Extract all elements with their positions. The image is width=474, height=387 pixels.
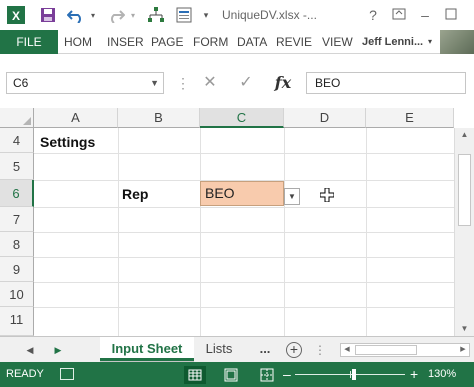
excel-logo-icon: X — [6, 5, 26, 25]
vertical-scrollbar[interactable]: ▲ ▼ — [454, 128, 474, 336]
minimize-icon[interactable]: – — [414, 4, 436, 26]
status-bar: READY – + 130% — [0, 362, 474, 387]
cell-c6-selected[interactable]: BEO — [200, 181, 284, 206]
row-header-10[interactable]: 10 — [0, 282, 34, 307]
row-header-8[interactable]: 8 — [0, 232, 34, 257]
row-header-6[interactable]: 6 — [0, 180, 34, 207]
gridline — [34, 257, 454, 258]
sheet-tabs-bar: ◀ ▶ Input Sheet Lists ... + ⋮ ◀ ▶ — [0, 336, 474, 362]
next-sheet-icon[interactable]: ▶ — [50, 341, 66, 359]
horizontal-scroll-thumb[interactable] — [355, 345, 417, 355]
cell-a4[interactable]: Settings — [40, 134, 95, 150]
gridline — [34, 207, 454, 208]
gridline — [34, 232, 454, 233]
insert-function-icon[interactable]: fx — [270, 72, 296, 94]
macro-record-icon[interactable] — [60, 368, 74, 380]
undo-dropdown-icon[interactable]: ▾ — [88, 5, 98, 25]
tab-file[interactable]: FILE — [0, 30, 58, 54]
column-header-c[interactable]: C — [200, 108, 284, 128]
cancel-icon[interactable]: ✕ — [198, 72, 222, 94]
tab-review[interactable]: REVIE — [276, 30, 312, 54]
tab-page-layout[interactable]: PAGE — [151, 30, 183, 54]
prev-sheet-icon[interactable]: ◀ — [22, 341, 38, 359]
user-name[interactable]: Jeff Lenni... — [362, 30, 423, 54]
formula-bar: C6 ▼ ⋮ ✕ ✓ fx BEO — [0, 54, 474, 108]
title-bar: X ▾ ▾ ▾ UniqueDV.xlsx -... ? – — [0, 0, 474, 30]
tab-insert[interactable]: INSER — [107, 30, 144, 54]
add-sheet-icon[interactable]: + — [286, 342, 302, 358]
scroll-down-icon[interactable]: ▼ — [455, 322, 474, 336]
formula-bar-splitter-icon[interactable]: ⋮ — [176, 74, 190, 92]
gridline — [34, 307, 454, 308]
validation-dropdown-icon[interactable]: ▼ — [284, 188, 300, 205]
row-header-7[interactable]: 7 — [0, 207, 34, 232]
sheet-tab-input-sheet[interactable]: Input Sheet — [100, 337, 194, 361]
page-layout-view-icon[interactable] — [220, 366, 242, 384]
cell-b6[interactable]: Rep — [122, 186, 148, 202]
name-box-dropdown-icon[interactable]: ▼ — [150, 73, 159, 93]
zoom-slider-midpoint — [350, 371, 351, 378]
redo-dropdown-icon[interactable]: ▾ — [128, 5, 138, 25]
window-title: UniqueDV.xlsx -... — [222, 8, 317, 22]
zoom-slider-thumb[interactable] — [352, 369, 356, 380]
row-header-11[interactable]: 11 — [0, 307, 34, 336]
avatar[interactable] — [440, 30, 474, 54]
cell-cursor-icon — [319, 187, 335, 203]
column-header-b[interactable]: B — [118, 108, 200, 128]
svg-text:X: X — [12, 9, 20, 23]
column-header-a[interactable]: A — [34, 108, 118, 128]
hierarchy-icon[interactable] — [146, 5, 166, 25]
formula-input[interactable]: BEO — [306, 72, 466, 94]
ribbon-tabs: FILE HOM INSER PAGE FORM DATA REVIE VIEW… — [0, 30, 474, 54]
sheet-tab-lists[interactable]: Lists — [200, 337, 238, 361]
name-box-value: C6 — [13, 76, 29, 90]
row-header-5[interactable]: 5 — [0, 153, 34, 180]
scroll-right-icon[interactable]: ▶ — [457, 344, 469, 356]
tab-splitter-icon[interactable]: ⋮ — [312, 341, 328, 359]
worksheet-grid[interactable]: A B C D E 4 5 6 7 8 9 10 11 Settings Rep… — [0, 108, 474, 336]
gridline — [34, 153, 454, 154]
column-header-e[interactable]: E — [366, 108, 454, 128]
tab-view[interactable]: VIEW — [322, 30, 353, 54]
enter-icon[interactable]: ✓ — [234, 72, 258, 94]
ribbon-display-icon[interactable] — [388, 4, 410, 26]
formula-buttons: ✕ ✓ fx — [192, 72, 302, 94]
column-header-d[interactable]: D — [284, 108, 366, 128]
select-all-button[interactable] — [0, 108, 34, 128]
user-dropdown-icon[interactable]: ▾ — [428, 30, 432, 54]
scroll-left-icon[interactable]: ◀ — [341, 344, 353, 356]
scroll-up-icon[interactable]: ▲ — [455, 128, 474, 142]
redo-icon[interactable] — [106, 5, 126, 25]
help-icon[interactable]: ? — [362, 4, 384, 26]
maximize-icon[interactable] — [440, 4, 462, 26]
name-box[interactable]: C6 ▼ — [6, 72, 164, 94]
row-header-4[interactable]: 4 — [0, 128, 34, 153]
zoom-in-icon[interactable]: + — [410, 362, 418, 387]
normal-view-icon[interactable] — [184, 366, 206, 384]
vertical-scroll-thumb[interactable] — [458, 154, 471, 226]
gridline — [34, 282, 454, 283]
zoom-out-icon[interactable]: – — [283, 362, 291, 387]
form-icon[interactable] — [174, 5, 194, 25]
horizontal-scrollbar[interactable]: ◀ ▶ — [340, 343, 470, 357]
tab-data[interactable]: DATA — [237, 30, 267, 54]
row-header-9[interactable]: 9 — [0, 257, 34, 282]
undo-icon[interactable] — [66, 5, 86, 25]
page-break-view-icon[interactable] — [256, 366, 278, 384]
tab-formulas[interactable]: FORM — [193, 30, 228, 54]
more-sheets[interactable]: ... — [252, 337, 278, 361]
status-ready: READY — [6, 368, 44, 380]
tab-home[interactable]: HOM — [64, 30, 92, 54]
save-icon[interactable] — [38, 5, 58, 25]
zoom-level[interactable]: 130% — [428, 362, 456, 387]
customize-qat-icon[interactable]: ▾ — [200, 5, 212, 25]
